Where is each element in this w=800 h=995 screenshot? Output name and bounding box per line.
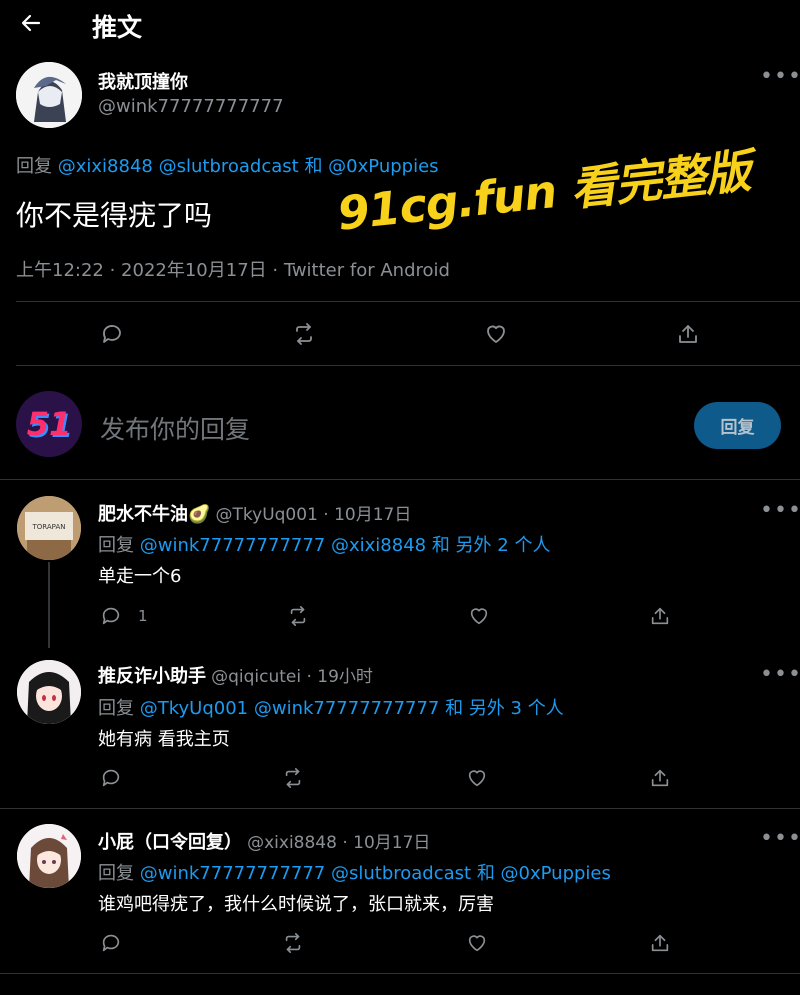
reply-header: 肥水不牛油🥑 @TkyUq001 · 10月17日: [98, 500, 411, 526]
reply-handle-time[interactable]: @xixi8848 · 10月17日: [247, 833, 430, 853]
main-tweet-more-icon[interactable]: •••: [760, 66, 800, 88]
retweet-button[interactable]: [288, 318, 320, 350]
like-button[interactable]: [463, 600, 495, 632]
share-icon: [651, 769, 669, 787]
retweet-icon: [285, 768, 301, 788]
divider: [0, 479, 800, 480]
reply-header: 推反诈小助手 @qiqicutei · 19小时: [98, 662, 373, 688]
reply-prefix: 回复: [98, 698, 134, 719]
divider: [0, 808, 800, 809]
back-arrow-icon: [21, 14, 41, 32]
mention-link[interactable]: @slutbroadcast: [159, 156, 299, 177]
reply-avatar[interactable]: TORAPAN: [17, 496, 81, 560]
reply-mentions[interactable]: @wink77777777777 @xixi8848 和 另外 2 个人: [140, 535, 551, 556]
reply-display-name[interactable]: 推反诈小助手: [98, 666, 206, 687]
reply-avatar[interactable]: [17, 824, 81, 888]
retweet-icon: [296, 323, 312, 345]
reply-to-line: 回复 @TkyUq001 @wink77777777777 和 另外 3 个人: [98, 694, 564, 720]
retweet-button[interactable]: [277, 927, 309, 959]
reply-avatar[interactable]: [17, 660, 81, 724]
reply-icon: [102, 607, 120, 625]
share-button[interactable]: [644, 927, 676, 959]
main-tweet-timestamp[interactable]: 上午12:22 · 2022年10月17日 · Twitter for Andr…: [16, 256, 450, 282]
retweet-button[interactable]: [277, 762, 309, 794]
divider: [16, 365, 800, 366]
reply-to-line: 回复 @wink77777777777 @xixi8848 和 另外 2 个人: [98, 531, 550, 557]
share-icon: [651, 934, 669, 952]
reply-prefix: 回复: [98, 863, 134, 884]
like-button[interactable]: [461, 762, 493, 794]
back-button[interactable]: [14, 6, 48, 40]
reply-prefix: 回复: [98, 535, 134, 556]
reply-more-icon[interactable]: •••: [760, 828, 800, 850]
reply-display-name[interactable]: 小屁（口令回复）: [98, 832, 242, 853]
reply-button[interactable]: [95, 762, 127, 794]
like-icon: [468, 935, 486, 952]
mention-link[interactable]: @xixi8848: [58, 156, 153, 177]
share-button[interactable]: [644, 600, 676, 632]
retweet-icon: [290, 606, 306, 626]
like-button[interactable]: [461, 927, 493, 959]
reply-and: 和: [304, 156, 323, 177]
like-icon: [487, 325, 505, 343]
reply-header: 小屁（口令回复） @xixi8848 · 10月17日: [98, 828, 430, 854]
reply-prefix: 回复: [16, 156, 52, 177]
reply-to-line: 回复 @wink77777777777 @slutbroadcast 和 @0x…: [98, 859, 611, 885]
reply-icon: [102, 769, 120, 787]
like-button[interactable]: [480, 318, 512, 350]
reply-button[interactable]: [95, 600, 127, 632]
reply-button[interactable]: [95, 927, 127, 959]
reply-icon: [103, 325, 121, 343]
divider: [0, 973, 800, 974]
reply-mentions[interactable]: @wink77777777777 @slutbroadcast 和 @0xPup…: [140, 863, 611, 884]
main-tweet-handle[interactable]: @wink77777777777: [98, 96, 284, 117]
thread-line: [48, 562, 50, 648]
reply-text: 她有病 看我主页: [98, 729, 230, 750]
reply-text: 单走一个6: [98, 566, 182, 587]
reply-text: 谁鸡吧得疣了，我什么时候说了，张口就来，厉害: [98, 894, 494, 915]
reply-more-icon[interactable]: •••: [760, 664, 800, 686]
like-icon: [470, 608, 488, 625]
main-tweet-avatar[interactable]: [16, 62, 82, 128]
divider: [16, 301, 800, 302]
compose-avatar-logo: 51: [26, 405, 72, 443]
reply-button[interactable]: [96, 318, 128, 350]
like-icon: [468, 770, 486, 787]
share-button[interactable]: [672, 318, 704, 350]
reply-icon: [102, 934, 120, 952]
reply-handle-time[interactable]: @TkyUq001 · 10月17日: [216, 505, 412, 525]
retweet-button[interactable]: [282, 600, 314, 632]
page-title: 推文: [92, 13, 143, 42]
reply-handle-time[interactable]: @qiqicutei · 19小时: [211, 667, 373, 687]
retweet-icon: [285, 933, 301, 953]
compose-avatar[interactable]: 51: [16, 391, 82, 457]
avatar-sign-text: TORAPAN: [32, 523, 66, 531]
share-button[interactable]: [644, 762, 676, 794]
reply-display-name[interactable]: 肥水不牛油🥑: [98, 504, 210, 525]
share-icon: [679, 325, 697, 343]
share-icon: [651, 607, 669, 625]
main-tweet-display-name[interactable]: 我就顶撞你: [98, 68, 188, 94]
compose-reply-button[interactable]: 回复: [694, 402, 781, 449]
reply-count: 1: [138, 607, 148, 625]
reply-more-icon[interactable]: •••: [760, 500, 800, 522]
reply-mentions[interactable]: @TkyUq001 @wink77777777777 和 另外 3 个人: [140, 698, 564, 719]
main-tweet-text: 你不是得疣了吗: [16, 199, 213, 232]
compose-input[interactable]: 发布你的回复: [100, 410, 250, 446]
